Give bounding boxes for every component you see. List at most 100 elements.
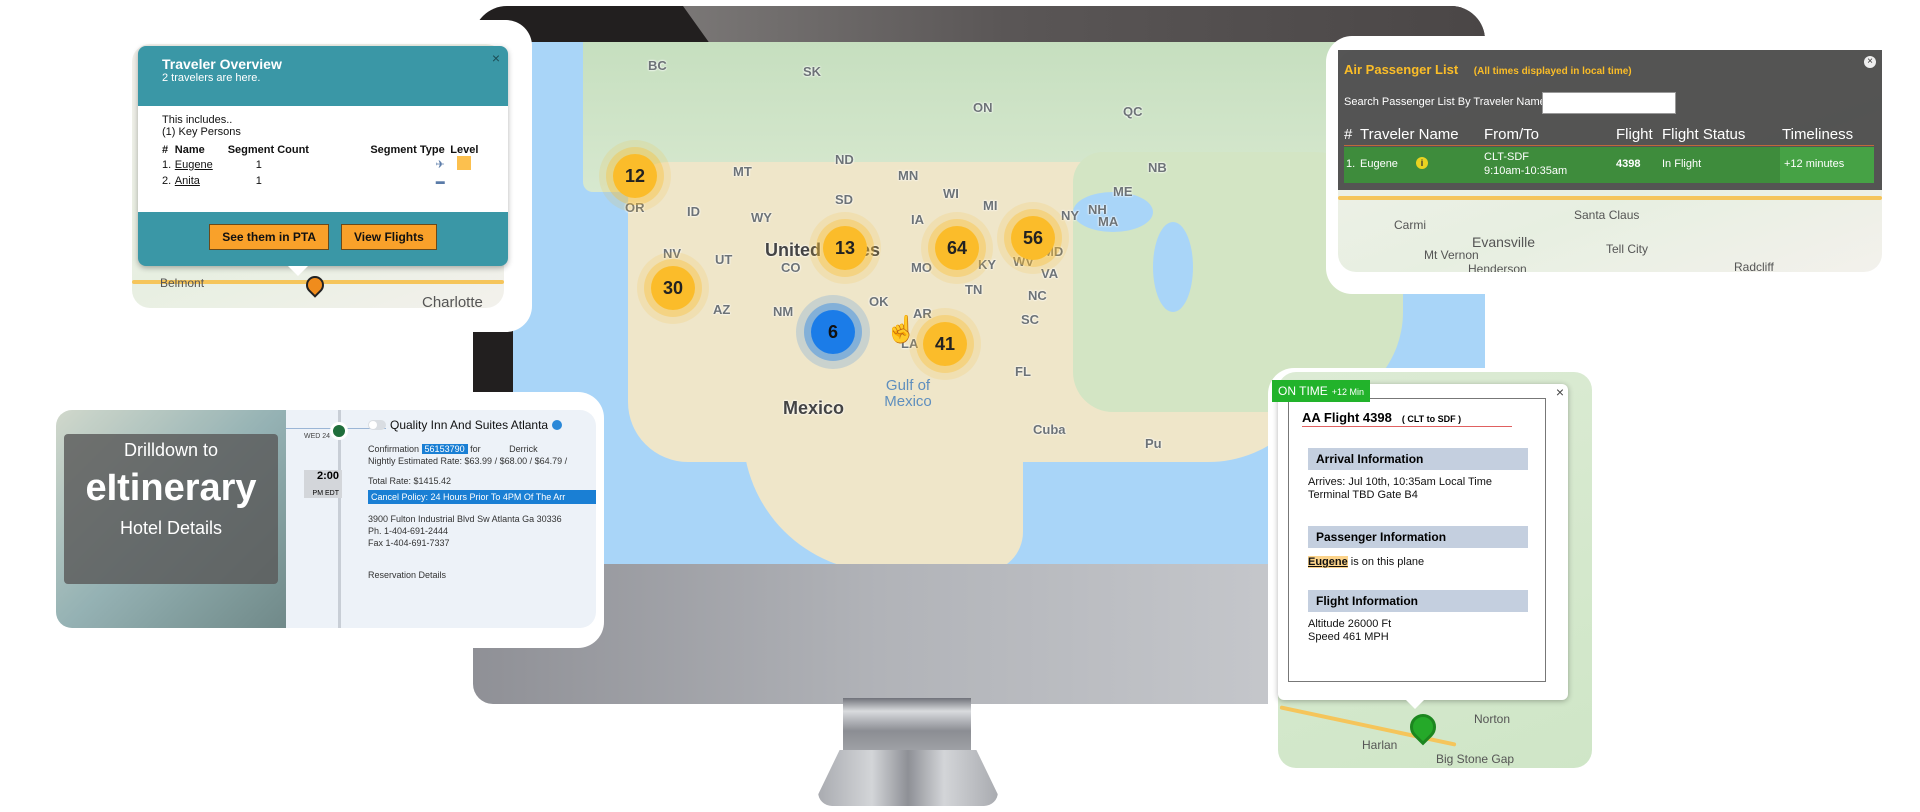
map-label-nv: NV (663, 246, 682, 261)
map-town: Evansville (1472, 234, 1536, 250)
table-row: 2. Anita 1 ▬ (162, 175, 445, 187)
hotel-toggle[interactable] (368, 420, 386, 430)
map-label-mt: MT (733, 164, 752, 179)
column-header: Level (450, 144, 479, 156)
column-header: # (162, 144, 169, 156)
flight-detail-card: Harlan Norton Big Stone Gap ON TIME +12 M… (1268, 368, 1602, 778)
map-cluster[interactable]: 13 (823, 226, 867, 270)
reservation-details-link[interactable]: Reservation Details (368, 570, 596, 580)
map-town: Radcliff (1734, 260, 1774, 272)
map-label-az: AZ (713, 302, 731, 317)
map-label-ky: KY (978, 257, 997, 272)
map-cluster[interactable]: 41 (923, 322, 967, 366)
view-flights-button[interactable]: View Flights (341, 224, 437, 250)
monitor-stand (843, 698, 971, 758)
map-cluster[interactable]: 30 (651, 266, 695, 310)
speed: Speed 461 MPH (1308, 631, 1389, 643)
checkin-time: 2:00 PM EDT (304, 470, 342, 498)
see-them-in-pta-button[interactable]: See them in PTA (209, 224, 329, 250)
car-icon: ▬ (435, 176, 445, 186)
map-label-gulf: Gulf of Mexico (884, 377, 932, 410)
panel-title: Air Passenger List (All times displayed … (1344, 62, 1632, 77)
map-label-nc: NC (1028, 288, 1047, 303)
close-icon[interactable]: × (1556, 384, 1564, 400)
arrival-terminal: Terminal TBD Gate B4 (1308, 489, 1418, 501)
passenger-name-link[interactable]: Eugene (1308, 556, 1348, 568)
map-town: Belmont (160, 276, 205, 290)
map-town: Tell City (1606, 242, 1649, 256)
timezone-note: (All times displayed in local time) (1473, 66, 1632, 77)
map-cluster[interactable]: 64 (935, 226, 979, 270)
hotel-logo-icon (330, 422, 348, 440)
traveler-overview-popup: Traveler Overview 2 travelers are here. … (138, 46, 508, 266)
map-label-mexico: Mexico (783, 398, 845, 418)
flight-section-header: Flight Information (1308, 590, 1528, 612)
traveler-name-link[interactable]: Eugene (175, 159, 213, 171)
cancel-policy: Cancel Policy: 24 Hours Prior To 4PM Of … (368, 490, 596, 504)
monitor-stand-base (818, 750, 998, 806)
map-cluster[interactable]: 56 (1011, 216, 1055, 260)
traveler-table: # Name Segment Count Segment Type Level … (162, 144, 484, 189)
map-label-bc: BC (648, 58, 667, 73)
hotel-itinerary-card: Drilldown to eItinerary Hotel Details WE… (46, 392, 604, 648)
column-header: Segment Type (370, 144, 445, 156)
info-icon[interactable]: i (1416, 157, 1428, 169)
hotel-address: 3900 Fulton Industrial Blvd Sw Atlanta G… (368, 514, 562, 524)
map-label-cuba: Cuba (1033, 422, 1066, 437)
close-icon[interactable]: × (1864, 56, 1876, 68)
table-row[interactable]: 1. Eugene i CLT-SDF 9:10am-10:35am 4398 … (1344, 147, 1874, 183)
arrival-time: Arrives: Jul 10th, 10:35am Local Time (1308, 476, 1493, 488)
nightly-rate: Nightly Estimated Rate: $63.99 / $68.00 … (368, 456, 568, 466)
map-label-ny: NY (1061, 208, 1080, 223)
flight-popup: ON TIME +12 Min × AA Flight 4398( CLT to … (1272, 380, 1568, 700)
hand-cursor-icon: ☝ (885, 314, 918, 344)
air-passenger-card: Carmi Evansville Mt Vernon Henderson San… (1326, 36, 1894, 294)
map-town: Henderson (1468, 262, 1527, 272)
map-cluster[interactable]: 6 (811, 310, 855, 354)
itinerary-panel: WED 24 2:00 PM EDT Quality Inn And Suite… (286, 410, 596, 628)
map-label-mi: MI (983, 198, 998, 213)
map-town: Santa Claus (1574, 208, 1640, 222)
map-label-me: ME (1113, 184, 1133, 199)
arrival-section-header: Arrival Information (1308, 448, 1528, 470)
confirmation-number: 56153790 (421, 444, 468, 454)
map-cluster[interactable]: 12 (613, 154, 657, 198)
map-label-ia: IA (911, 212, 924, 227)
traveler-search-input[interactable] (1542, 92, 1676, 114)
map-label-ut: UT (715, 252, 733, 267)
map-town: Norton (1474, 712, 1511, 726)
flight-title: AA Flight 4398( CLT to SDF ) (1302, 410, 1512, 427)
popup-title: Traveler Overview (162, 56, 282, 72)
map-town: Mt Vernon (1424, 248, 1479, 262)
map-label-va: VA (1041, 266, 1059, 281)
drilldown-caption: Drilldown to eItinerary Hotel Details (64, 434, 278, 584)
map-label-fl: FL (1015, 364, 1031, 379)
search-label: Search Passenger List By Traveler Name (1344, 96, 1546, 108)
location-pin-icon[interactable] (552, 420, 563, 430)
close-icon[interactable]: × (492, 50, 500, 66)
map-label-or: OR (625, 200, 645, 215)
map-label-mn: MN (898, 168, 919, 183)
map-label-id: ID (687, 204, 700, 219)
itinerary-date: WED 24 (304, 433, 331, 440)
guest-name: Derrick (509, 444, 538, 454)
map-label-nm: NM (773, 304, 794, 319)
map-label-wi: WI (943, 186, 959, 201)
traveler-overview-card: Belmont Charlotte Traveler Overview 2 tr… (128, 20, 532, 332)
map-label-tn: TN (965, 282, 983, 297)
column-header: Segment Count (227, 144, 309, 156)
map-label-mo: MO (911, 260, 932, 275)
table-row: 1. Eugene 1 ✈ (162, 156, 484, 173)
table-header: # Traveler Name From/To Flight Flight St… (1344, 124, 1874, 146)
popup-subtitle: 2 travelers are here. (162, 72, 261, 84)
map-town: Harlan (1362, 738, 1398, 752)
total-rate: Total Rate: $1415.42 (368, 476, 452, 486)
map-town: Charlotte (422, 294, 483, 308)
hotel-fax: Fax 1-404-691-7337 (368, 538, 450, 548)
map-label-sc: SC (1021, 312, 1040, 327)
altitude: Altitude 26000 Ft (1308, 618, 1392, 630)
traveler-name-link[interactable]: Anita (175, 175, 200, 187)
passenger-section-header: Passenger Information (1308, 526, 1528, 548)
level-indicator (457, 156, 472, 170)
map-label-sk: SK (803, 64, 822, 79)
